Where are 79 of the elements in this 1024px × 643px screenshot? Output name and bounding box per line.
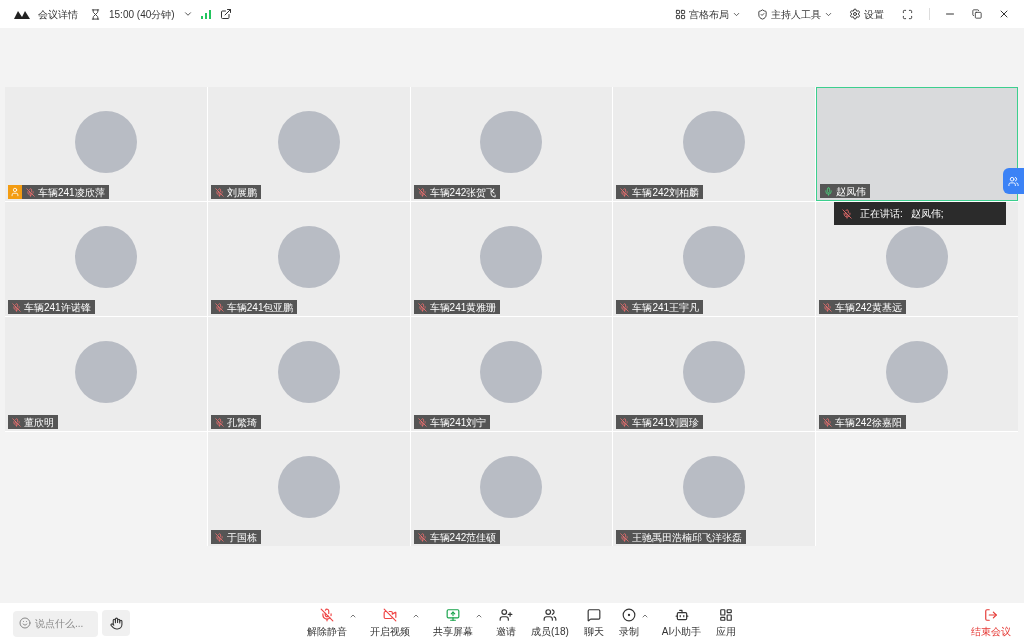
participant-name: 于国栋	[226, 530, 257, 545]
toolbar-button[interactable]: 录制	[616, 607, 641, 639]
chat-icon	[586, 607, 601, 622]
speaking-label: 正在讲话:	[860, 207, 903, 221]
participant-name: 董欣明	[24, 415, 54, 430]
participant-name: 车辆241凌欣萍	[38, 185, 105, 200]
hand-icon	[109, 616, 123, 630]
logo-icon	[14, 9, 30, 19]
mic-icon	[824, 186, 834, 196]
participant-name: 车辆241许诺锋	[24, 300, 91, 315]
mic-muted-icon	[12, 417, 21, 427]
mic-muted-icon	[26, 187, 35, 197]
toolbar-button[interactable]: 共享屏幕	[431, 607, 475, 639]
add-person-icon	[499, 607, 513, 622]
toolbar-button[interactable]: 解除静音	[305, 607, 349, 639]
record-icon	[621, 607, 636, 622]
host-tools-button[interactable]: 主持人工具	[757, 6, 833, 22]
camera-off-icon	[383, 607, 397, 622]
participant-name: 王驰禹田浩楠邱飞洋张磊	[632, 530, 743, 545]
toolbar-button[interactable]: 应用	[714, 607, 739, 639]
participant-name: 刘展鹏	[226, 185, 257, 200]
participant-name: 孔繁琦	[226, 415, 257, 430]
mic-muted-icon	[214, 417, 224, 427]
mic-muted-icon	[214, 302, 224, 312]
toolbar-button[interactable]: 成员(18)	[529, 607, 571, 639]
hourglass-icon	[90, 8, 101, 20]
end-meeting-button[interactable]: 结束会议	[971, 607, 1011, 639]
participant-name: 车辆242徐嘉阳	[835, 415, 902, 430]
mic-muted-icon	[214, 187, 224, 197]
floating-panel-button[interactable]	[1003, 168, 1024, 194]
mic-muted-icon	[620, 532, 630, 542]
participant-name: 车辆241包亚鹏	[226, 300, 294, 315]
smile-icon[interactable]	[19, 617, 31, 629]
mic-muted-icon	[620, 187, 630, 197]
people-icon	[1008, 175, 1019, 187]
mic-muted-icon	[214, 532, 224, 542]
toolbar-button[interactable]: AI小助手	[659, 607, 704, 639]
toolbar-button[interactable]: 开启视频	[368, 607, 412, 639]
mic-muted-icon	[12, 302, 21, 312]
mic-muted-icon	[417, 187, 427, 197]
signal-icon	[200, 9, 212, 19]
close-icon[interactable]	[998, 8, 1010, 20]
settings-icon	[849, 8, 861, 20]
grid-icon	[675, 8, 686, 20]
apps-icon	[719, 607, 734, 622]
participant-name: 赵凤伟	[836, 184, 867, 199]
settings-button[interactable]: 设置	[849, 6, 884, 22]
screen-share-icon	[446, 607, 460, 622]
duration-text: 15:00 (40分钟)	[109, 7, 175, 22]
caret-icon[interactable]	[182, 9, 193, 19]
mic-muted-icon	[417, 302, 427, 312]
share-out-icon[interactable]	[219, 8, 232, 20]
toolbar-button[interactable]: 聊天	[581, 607, 606, 639]
speaker-name: 赵凤伟;	[910, 207, 944, 221]
participant-name: 车辆242黄基远	[835, 300, 902, 315]
mic-muted-icon	[823, 417, 833, 427]
chat-input-field[interactable]: 说点什么...	[13, 610, 98, 637]
toolbar-button[interactable]: 邀请	[494, 607, 518, 639]
participant-name: 车辆241黄雅珊	[429, 300, 497, 315]
people-icon	[542, 607, 557, 622]
mic-muted-icon	[620, 417, 630, 427]
mic-muted-icon	[417, 417, 427, 427]
participant-name: 车辆241刘宁	[429, 415, 487, 430]
restore-icon[interactable]	[972, 9, 982, 19]
mic-muted-icon	[320, 607, 334, 622]
meeting-info-button[interactable]: 会议详情	[38, 6, 78, 22]
shield-icon	[757, 8, 768, 20]
participant-name: 车辆241刘圓珍	[632, 415, 700, 430]
raise-hand-button[interactable]	[102, 610, 130, 636]
participant-name: 车辆242刘柏麟	[632, 185, 700, 200]
robot-icon	[674, 607, 689, 622]
exit-icon	[984, 607, 998, 622]
layout-button[interactable]: 宫格布局	[675, 6, 741, 22]
participant-name: 车辆241王宇凡	[632, 300, 700, 315]
mic-muted-icon	[417, 532, 427, 542]
participant-name: 车辆242张贺飞	[429, 185, 497, 200]
participant-name: 车辆242范佳硕	[429, 530, 497, 545]
mic-muted-icon	[620, 302, 630, 312]
fullscreen-icon[interactable]	[902, 8, 913, 20]
